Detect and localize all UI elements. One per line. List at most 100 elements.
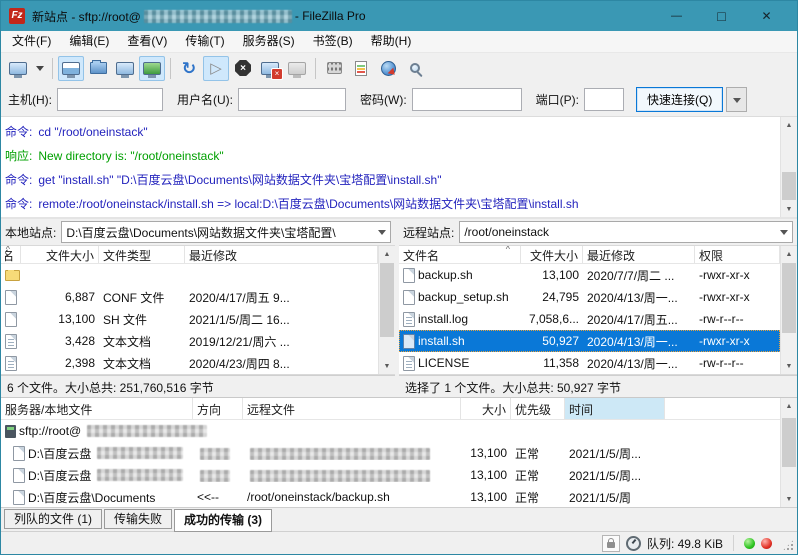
disconnect-button[interactable] <box>257 56 283 81</box>
log-line-text: get "install.sh" "D:\百度云盘\Documents\网站数据… <box>38 173 441 187</box>
column-header-direction[interactable]: 方向 <box>193 398 243 419</box>
queue-server-row[interactable]: sftp://root@ <box>1 420 780 442</box>
queue-transfer-row[interactable]: D:\百度云盘 13,100 正常 2021/1/5/周... <box>1 464 780 486</box>
directory-filter-button[interactable] <box>321 56 347 81</box>
site-manager-icon <box>9 62 27 75</box>
tab-queued-files[interactable]: 列队的文件 (1) <box>4 509 102 529</box>
speed-limit-icon[interactable] <box>626 536 641 551</box>
log-scrollbar[interactable] <box>780 117 797 217</box>
scrollbar-thumb[interactable] <box>782 263 796 333</box>
column-header-modified[interactable]: 最近修改 <box>185 246 378 263</box>
menu-file[interactable]: 文件(F) <box>3 31 60 52</box>
column-header-filetype[interactable]: 文件类型 <box>99 246 185 263</box>
local-list-scrollbar[interactable] <box>378 246 395 374</box>
queue-transfer-row[interactable]: D:\百度云盘 13,100 正常 2021/1/5/周... <box>1 442 780 464</box>
directory-comparison-button[interactable] <box>348 56 374 81</box>
toolbar-separator <box>315 58 316 79</box>
resize-grip[interactable] <box>782 539 795 552</box>
file-icon <box>5 290 17 305</box>
local-file-row[interactable]: 13,100 SH 文件 2021/1/5/周二 16... <box>1 308 378 330</box>
scroll-down-icon[interactable] <box>781 133 797 149</box>
lock-icon[interactable] <box>602 535 620 552</box>
close-button[interactable] <box>744 1 789 31</box>
scrollbar-thumb[interactable] <box>782 172 796 200</box>
host-input[interactable] <box>57 88 163 111</box>
remote-file-row-selected[interactable]: install.sh 50,927 2020/4/13/周一... -rwxr-… <box>399 330 780 352</box>
column-header-filename[interactable]: 文件名 <box>399 246 521 263</box>
menu-transfer[interactable]: 传输(T) <box>176 31 233 52</box>
minimize-button[interactable] <box>654 1 699 31</box>
scroll-up-icon[interactable] <box>781 246 797 262</box>
column-header-filesize[interactable]: 文件大小 <box>521 246 583 263</box>
cancel-operation-button[interactable] <box>230 56 256 81</box>
cell-remote-file: /root/oneinstack/backup.sh <box>243 490 461 504</box>
redacted-path <box>97 469 183 481</box>
quickconnect-dropdown-button[interactable] <box>726 87 747 112</box>
quickconnect-button[interactable]: 快速连接(Q) <box>636 87 723 112</box>
site-manager-dropdown-button[interactable] <box>32 56 47 81</box>
maximize-button[interactable] <box>699 1 744 31</box>
scrollbar-thumb[interactable] <box>782 418 796 467</box>
column-header-priority[interactable]: 优先级 <box>511 398 565 419</box>
remote-path-combo[interactable]: /root/oneinstack <box>459 221 793 243</box>
reconnect-icon <box>288 62 306 75</box>
tab-failed-transfers[interactable]: 传输失败 <box>104 509 172 529</box>
remote-file-row[interactable]: backup.sh 13,100 2020/7/7/周二 ... -rwxr-x… <box>399 264 780 286</box>
reconnect-button[interactable] <box>284 56 310 81</box>
remote-list-scrollbar[interactable] <box>780 246 797 374</box>
synchronized-browsing-button[interactable] <box>375 56 401 81</box>
password-input[interactable] <box>412 88 522 111</box>
chevron-down-icon[interactable] <box>776 222 792 242</box>
column-header-size[interactable]: 大小 <box>461 398 511 419</box>
cell-local-file: D:\百度云盘\Documents <box>28 489 155 506</box>
scrollbar-thumb[interactable] <box>380 263 394 337</box>
menu-help[interactable]: 帮助(H) <box>362 31 421 52</box>
local-file-row[interactable] <box>1 264 378 286</box>
column-header-permissions[interactable]: 权限 <box>695 246 780 263</box>
remote-list-header: 文件名 文件大小 最近修改 权限 <box>399 246 797 264</box>
chevron-down-icon <box>36 62 44 75</box>
local-file-row[interactable]: 2,398 文本文档 2020/4/23/周四 8... <box>1 352 378 374</box>
remote-file-row[interactable]: install.log 7,058,6... 2020/4/17/周五... -… <box>399 308 780 330</box>
column-header-filesize[interactable]: 文件大小 <box>21 246 99 263</box>
column-header-remote-file[interactable]: 远程文件 <box>243 398 461 419</box>
scroll-up-icon[interactable] <box>379 246 395 262</box>
queue-transfer-row[interactable]: D:\百度云盘\Documents <<-- /root/oneinstack/… <box>1 486 780 507</box>
local-file-row[interactable]: 3,428 文本文档 2019/12/21/周六 ... <box>1 330 378 352</box>
column-header-filename[interactable]: 文件名 <box>1 246 21 263</box>
toggle-local-tree-button[interactable] <box>85 56 111 81</box>
menu-bookmarks[interactable]: 书签(B) <box>304 31 362 52</box>
menu-server[interactable]: 服务器(S) <box>234 31 304 52</box>
remote-file-row[interactable]: backup_setup.sh 24,795 2020/4/13/周一... -… <box>399 286 780 308</box>
site-manager-button[interactable] <box>5 56 31 81</box>
column-header-modified[interactable]: 最近修改 <box>583 246 695 263</box>
port-input[interactable] <box>584 88 624 111</box>
tab-successful-transfers[interactable]: 成功的传输 (3) <box>174 509 272 532</box>
process-queue-button[interactable] <box>203 56 229 81</box>
cell-size: 24,795 <box>521 290 583 304</box>
toggle-transfer-queue-button[interactable] <box>139 56 165 81</box>
cell-size: 2,398 <box>21 356 99 370</box>
username-input[interactable] <box>238 88 346 111</box>
menu-edit[interactable]: 编辑(E) <box>60 31 118 52</box>
toggle-remote-tree-button[interactable] <box>112 56 138 81</box>
remote-file-row[interactable]: LICENSE 11,358 2020/4/13/周一... -rw-r--r-… <box>399 352 780 374</box>
redacted-remote-path <box>250 470 430 482</box>
queue-scrollbar[interactable] <box>780 398 797 507</box>
menu-view[interactable]: 查看(V) <box>118 31 176 52</box>
local-file-row[interactable]: 6,887 CONF 文件 2020/4/17/周五 9... <box>1 286 378 308</box>
column-header-time[interactable]: 时间 <box>565 398 665 419</box>
local-path-combo[interactable]: D:\百度云盘\Documents\网站数据文件夹\宝塔配置\ <box>61 221 391 243</box>
refresh-button[interactable] <box>176 56 202 81</box>
scroll-up-icon[interactable] <box>781 398 797 414</box>
cell-permissions: -rwxr-xr-x <box>695 290 780 304</box>
cell-size: 3,428 <box>21 334 99 348</box>
chevron-down-icon[interactable] <box>374 222 390 242</box>
search-files-button[interactable] <box>402 56 428 81</box>
toggle-message-log-button[interactable] <box>58 56 84 81</box>
cell-size: 7,058,6... <box>521 312 583 326</box>
column-header-server-local-file[interactable]: 服务器/本地文件 <box>1 398 193 419</box>
quickconnect-bar: 主机(H): 用户名(U): 密码(W): 端口(P): 快速连接(Q) <box>1 83 797 117</box>
scroll-up-icon[interactable] <box>781 117 797 133</box>
log-line-text: cd "/root/oneinstack" <box>38 125 147 139</box>
